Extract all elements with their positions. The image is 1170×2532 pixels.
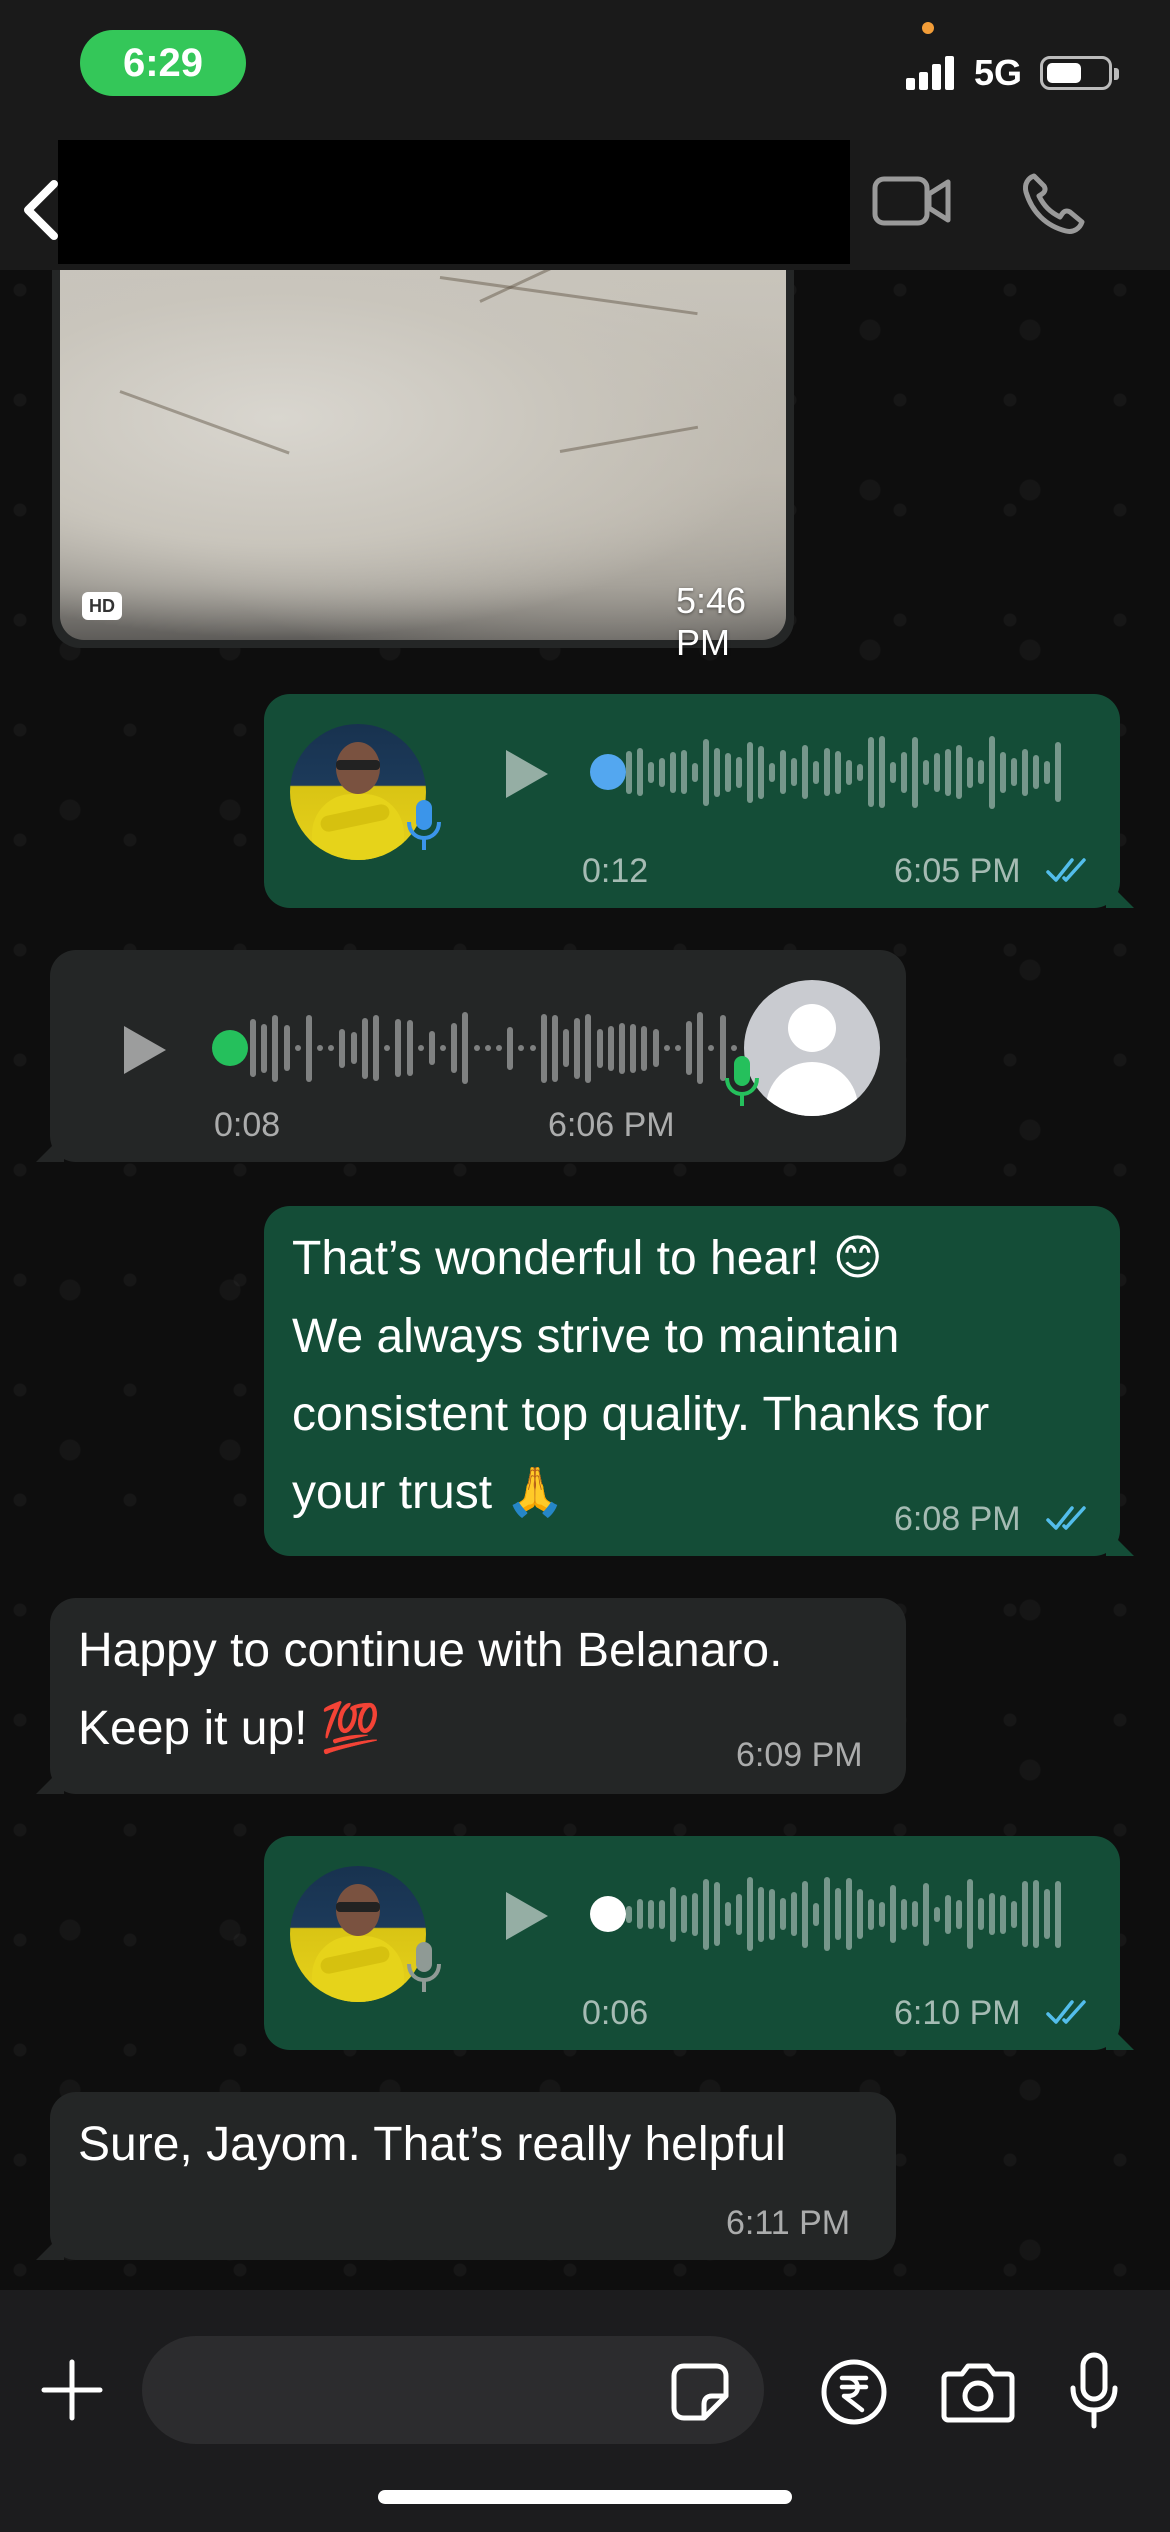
voice-duration: 0:06 (582, 1994, 649, 2032)
voice-duration: 0:12 (582, 852, 649, 890)
hd-badge: HD (82, 592, 122, 620)
microphone-icon (407, 800, 441, 850)
voice-message-incoming[interactable]: 0:08 6:06 PM (36, 950, 906, 1162)
contact-name-redacted[interactable] (58, 140, 850, 264)
plus-icon[interactable] (40, 2358, 104, 2422)
microphone-icon (407, 1942, 441, 1992)
status-bar: 6:29 5G (0, 0, 1170, 130)
message-time: 6:08 PM (894, 1500, 1021, 1538)
message-line: That’s wonderful to hear! 😊 (292, 1232, 883, 1285)
play-icon[interactable] (500, 1888, 552, 1944)
image-message[interactable]: HD 5:46 PM (52, 270, 794, 663)
message-time: 6:06 PM (548, 1106, 675, 1144)
battery-icon (1040, 56, 1119, 90)
message-time: 6:05 PM (894, 852, 1021, 890)
play-icon[interactable] (500, 746, 552, 802)
playback-knob[interactable] (590, 754, 626, 790)
voice-message-outgoing[interactable]: 0:06 6:10 PM (264, 1836, 1134, 2050)
phone-icon[interactable] (1020, 170, 1086, 236)
message-line: Keep it up! 💯 (78, 1702, 381, 1755)
message-time: 6:09 PM (736, 1736, 863, 1774)
voice-message-outgoing[interactable]: 0:12 6:05 PM (264, 694, 1134, 908)
camera-icon[interactable] (940, 2360, 1016, 2424)
message-time: 5:46 PM (676, 580, 747, 663)
playback-knob[interactable] (212, 1030, 248, 1066)
chat-header (0, 130, 1170, 270)
microphone-icon (725, 1056, 759, 1106)
rupee-payment-icon[interactable] (820, 2358, 888, 2426)
playback-knob[interactable] (590, 1896, 626, 1932)
sticker-icon[interactable] (670, 2362, 730, 2422)
waveform (250, 1008, 742, 1088)
voice-duration: 0:08 (214, 1106, 281, 1144)
play-icon[interactable] (118, 1022, 170, 1078)
message-line: your trust 🙏 (292, 1466, 566, 1519)
home-indicator (378, 2490, 792, 2504)
signal-icon (906, 54, 964, 90)
message-line: Sure, Jayom. That’s really helpful (78, 2118, 786, 2171)
default-avatar-icon (744, 980, 880, 1116)
double-check-icon (1046, 858, 1086, 882)
video-camera-icon[interactable] (872, 174, 952, 228)
waveform (626, 1874, 1066, 1954)
network-type: 5G (974, 52, 1023, 93)
double-check-icon (1046, 1506, 1086, 1530)
message-line: Happy to continue with Belanaro. (78, 1624, 783, 1677)
status-time: 6:29 (80, 30, 246, 96)
text-message-incoming[interactable]: Sure, Jayom. That’s really helpful 6:11 … (36, 2092, 896, 2260)
waveform (626, 732, 1066, 812)
microphone-icon[interactable] (1068, 2352, 1120, 2430)
double-check-icon (1046, 2000, 1086, 2024)
text-message-outgoing[interactable]: That’s wonderful to hear! 😊 We always st… (264, 1206, 1134, 1556)
privacy-indicator-dot (922, 22, 934, 34)
message-line: consistent top quality. Thanks for (292, 1388, 990, 1441)
text-message-incoming[interactable]: Happy to continue with Belanaro. Keep it… (36, 1598, 906, 1794)
message-time: 6:11 PM (726, 2204, 851, 2242)
message-time: 6:10 PM (894, 1994, 1021, 2032)
message-line: We always strive to maintain (292, 1310, 900, 1363)
